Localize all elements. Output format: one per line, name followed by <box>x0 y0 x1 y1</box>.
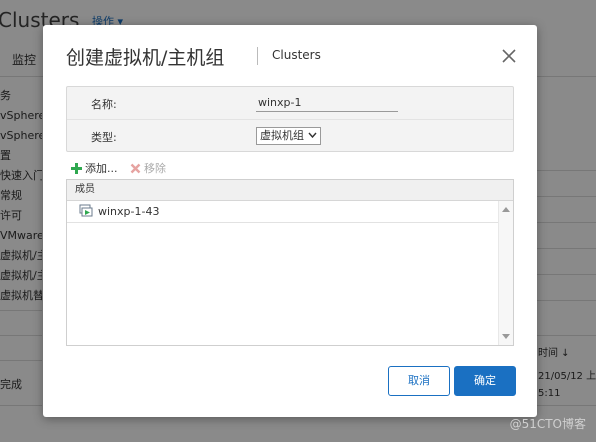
type-select[interactable]: 虚拟机组 <box>256 127 321 145</box>
title-separator <box>257 47 258 65</box>
dialog-subtitle: Clusters <box>272 48 321 62</box>
grid-scrollbar[interactable] <box>498 201 513 345</box>
group-form: 名称: 类型: 虚拟机组 <box>66 86 514 152</box>
grid-column-header[interactable]: 成员 <box>67 180 513 201</box>
type-row: 类型: 虚拟机组 <box>67 119 513 152</box>
dialog-title: 创建虚拟机/主机组 <box>66 47 225 69</box>
remove-x-icon <box>130 163 141 174</box>
name-row: 名称: <box>67 87 513 119</box>
close-button[interactable] <box>500 47 518 65</box>
name-input[interactable] <box>256 93 398 112</box>
watermark-text: @51CTO博客 <box>509 417 586 431</box>
add-member-button[interactable]: 添加... <box>71 160 118 176</box>
ok-button[interactable]: 确定 <box>454 366 516 396</box>
remove-member-button[interactable]: 移除 <box>130 160 166 176</box>
chevron-down-icon <box>308 132 317 138</box>
scroll-down-arrow-icon[interactable] <box>502 334 510 339</box>
cancel-button[interactable]: 取消 <box>388 366 450 396</box>
close-icon <box>502 49 516 63</box>
type-select-value: 虚拟机组 <box>260 129 304 142</box>
grid-body: winxp-1-43 <box>67 201 499 345</box>
create-vm-host-group-dialog: 创建虚拟机/主机组 Clusters 名称: 类型: 虚拟机组 添加. <box>43 25 537 417</box>
name-label: 名称: <box>91 98 117 111</box>
table-row[interactable]: winxp-1-43 <box>67 201 499 223</box>
vm-icon <box>79 204 93 217</box>
scroll-up-arrow-icon[interactable] <box>502 207 510 212</box>
plus-icon <box>71 163 82 174</box>
members-grid: 成员 winxp-1-43 <box>66 179 514 346</box>
member-name: winxp-1-43 <box>98 205 160 218</box>
type-label: 类型: <box>91 131 117 144</box>
